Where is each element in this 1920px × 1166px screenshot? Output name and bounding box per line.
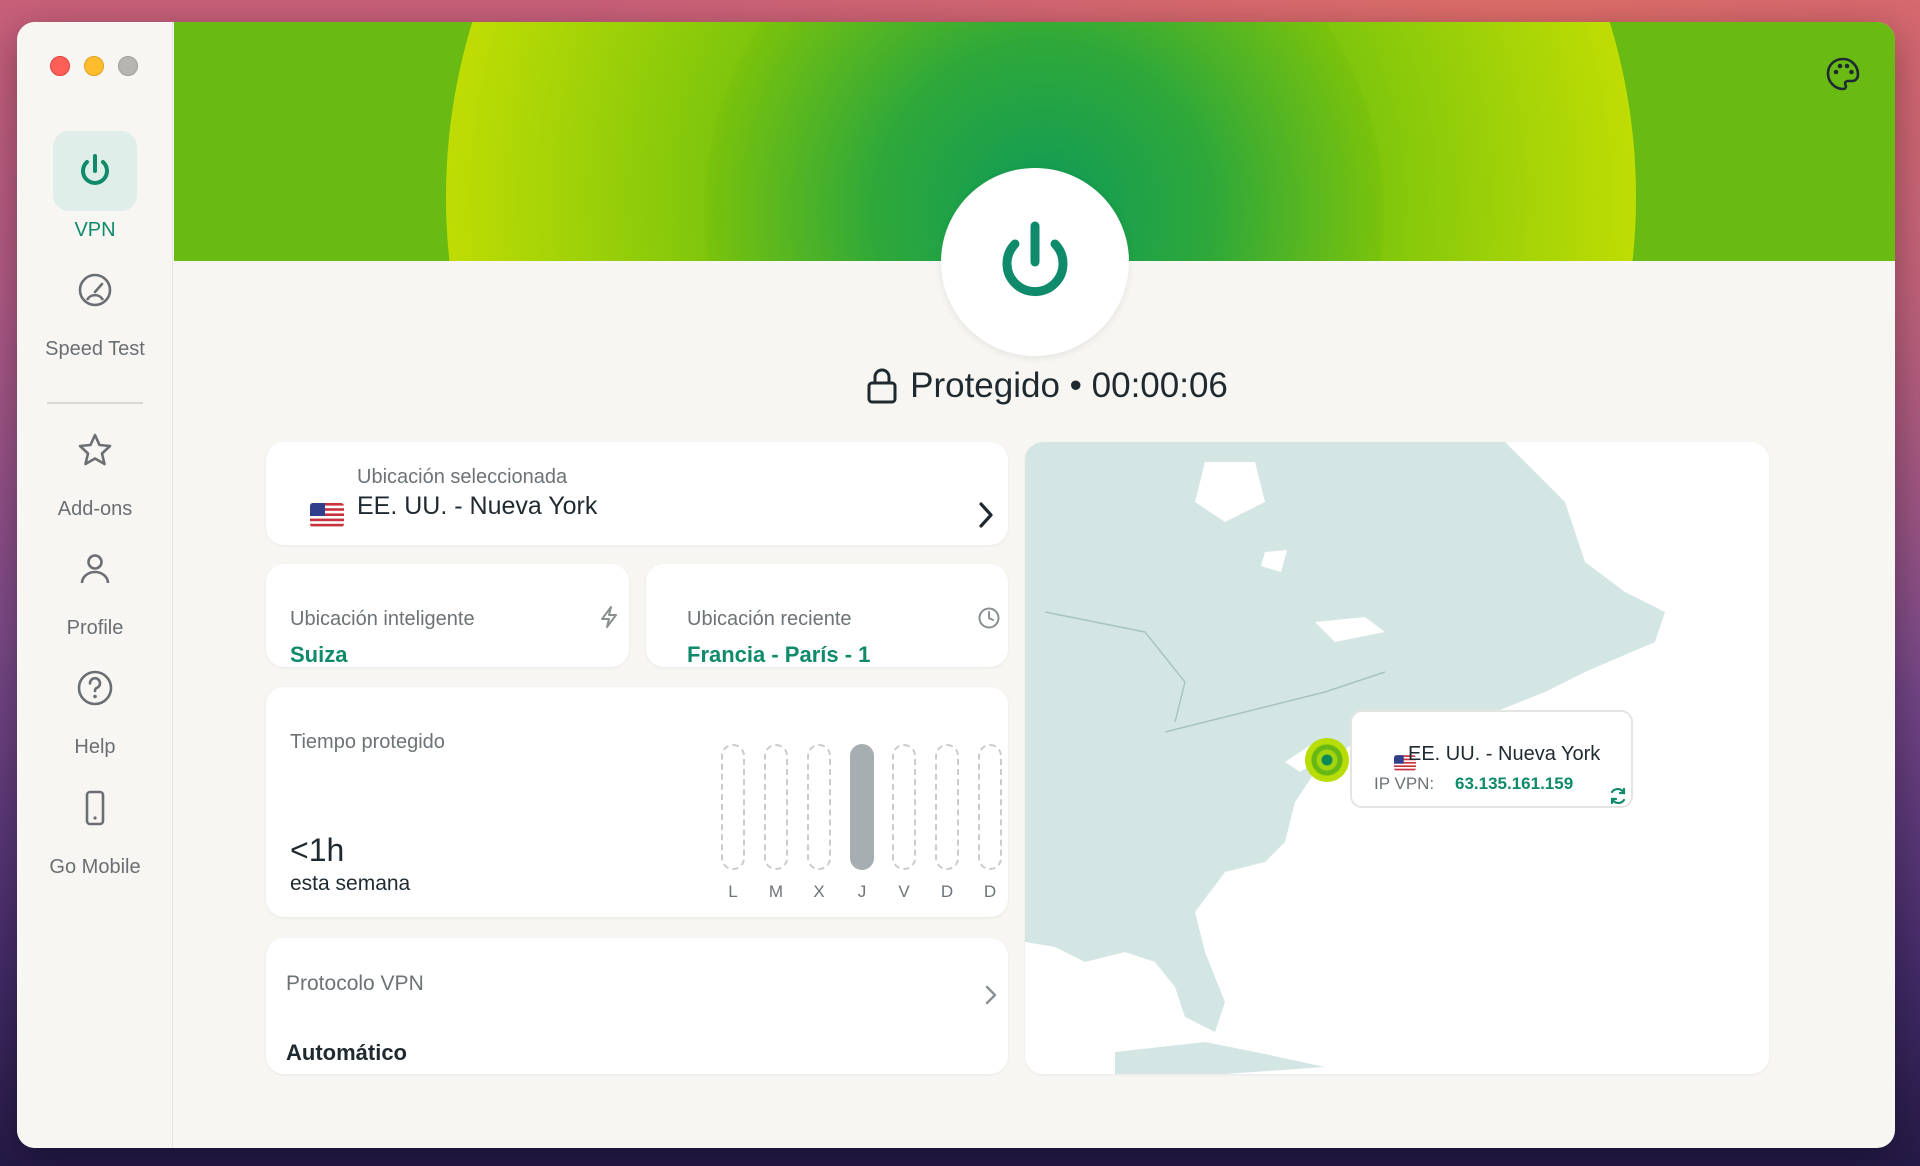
sidebar-item-add-ons[interactable]: Add-ons: [17, 410, 173, 521]
day-bar: [935, 744, 959, 870]
day-label: L: [728, 882, 738, 901]
sidebar-item-help[interactable]: Help: [17, 648, 173, 759]
protected-time-subtitle: esta semana: [290, 872, 411, 895]
day-label: X: [813, 882, 825, 901]
close-window-button[interactable]: [50, 56, 70, 76]
smart-location-label: Ubicación inteligente: [290, 608, 475, 630]
day-label: J: [857, 882, 867, 901]
sidebar-item-label: Profile: [66, 617, 124, 639]
day-bar: [807, 744, 831, 870]
day-label: V: [898, 882, 910, 901]
tooltip-location-name: EE. UU. - Nueva York: [1408, 743, 1601, 765]
sidebar-item-vpn[interactable]: VPN: [17, 131, 173, 242]
day-label: D: [983, 882, 997, 901]
palette-icon[interactable]: [1823, 54, 1863, 94]
mobile-icon: [53, 768, 137, 848]
day-bar: [764, 744, 788, 870]
sidebar-item-label: Help: [74, 736, 116, 758]
vpn-protocol-value: Automático: [286, 1040, 407, 1065]
connect-power-button[interactable]: [941, 168, 1129, 356]
selected-location-label: Ubicación seleccionada: [357, 466, 568, 488]
smart-location-value: Suiza: [290, 642, 348, 667]
sidebar-divider: [47, 402, 143, 404]
minimize-window-button[interactable]: [84, 56, 104, 76]
star-icon: [53, 410, 137, 490]
bolt-icon: [601, 606, 617, 628]
day-bar: [850, 744, 874, 870]
status-text: Protegido • 00:00:06: [910, 366, 1228, 405]
location-pin[interactable]: [1305, 738, 1349, 782]
sidebar-item-label: Go Mobile: [49, 856, 141, 878]
zoom-window-button[interactable]: [118, 56, 138, 76]
day-label: D: [940, 882, 954, 901]
window-controls: [50, 56, 138, 76]
sidebar-item-profile[interactable]: Profile: [17, 529, 173, 640]
sidebar-item-label: VPN: [74, 219, 116, 241]
speedometer-icon: [53, 250, 137, 330]
sidebar-item-label: Add-ons: [57, 498, 133, 520]
recent-location-value: Francia - París - 1: [687, 642, 871, 667]
protected-time-value: <1h: [290, 832, 345, 868]
tooltip-ip-label: IP VPN:: [1374, 774, 1435, 793]
chevron-right-icon[interactable]: [984, 984, 998, 1006]
sidebar-item-label: Speed Test: [45, 338, 145, 360]
lock-icon: [867, 368, 897, 404]
sidebar-item-speed-test[interactable]: Speed Test: [17, 250, 173, 361]
tooltip-ip-value: 63.135.161.159: [1455, 774, 1574, 793]
connection-status: Protegido • 00:00:06: [837, 366, 1257, 406]
day-bar: [721, 744, 745, 870]
sidebar: VPN Speed Test Add-ons Profile Help Go M…: [17, 22, 173, 1148]
chevron-right-icon[interactable]: [976, 500, 996, 530]
help-circle-icon: [53, 648, 137, 728]
selected-location-value: EE. UU. - Nueva York: [357, 492, 598, 520]
user-icon: [53, 529, 137, 609]
day-label: M: [768, 882, 784, 901]
sidebar-item-go-mobile[interactable]: Go Mobile: [17, 768, 173, 879]
us-flag: [310, 503, 344, 527]
clock-icon: [978, 607, 1000, 629]
day-bar: [978, 744, 1002, 870]
power-icon: [53, 131, 137, 211]
recent-location-label: Ubicación reciente: [687, 608, 852, 630]
protected-time-label: Tiempo protegido: [290, 731, 445, 753]
power-icon: [1002, 221, 1068, 297]
day-bar: [892, 744, 916, 870]
vpn-protocol-label: Protocolo VPN: [286, 972, 424, 995]
refresh-icon[interactable]: [1608, 786, 1628, 806]
